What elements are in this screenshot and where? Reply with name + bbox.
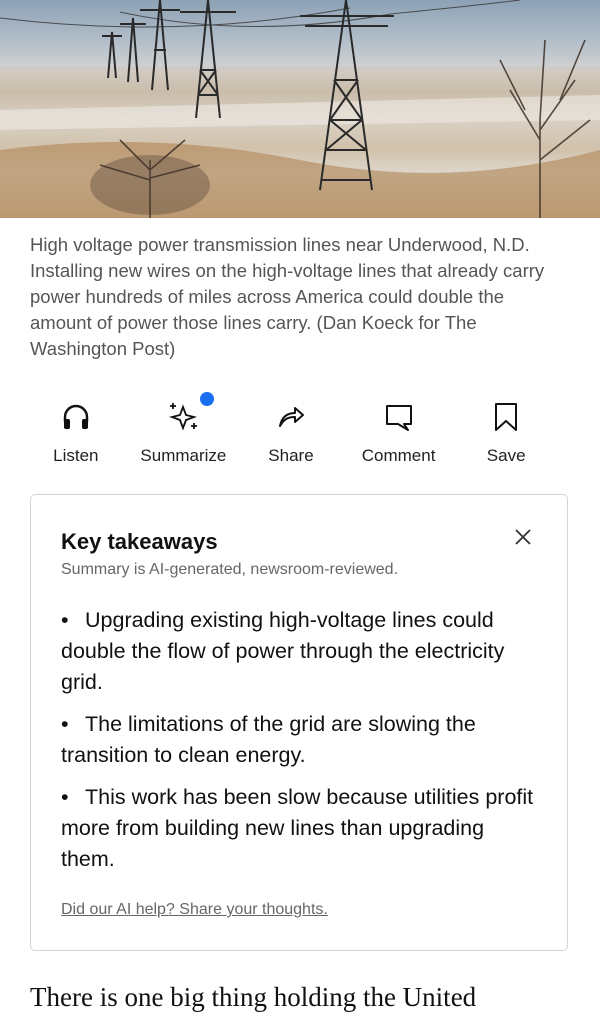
photo-caption: High voltage power transmission lines ne… [30,234,545,359]
comment-icon [385,405,412,431]
comment-label: Comment [361,446,436,465]
save-label: Save [486,446,526,465]
close-icon[interactable] [513,527,533,547]
summarize-button[interactable]: Summarize [130,392,238,466]
transmission-towers-illustration [0,0,600,218]
sparkles-icon [169,403,198,431]
list-item: • The limitations of the grid are slowing… [61,712,476,767]
comment-button[interactable]: Comment [345,400,453,466]
bookmark-icon [495,403,518,431]
takeaway-text: The limitations of the grid are slowing … [61,712,476,767]
share-label: Share [268,446,314,465]
article-action-bar: Listen Summarize Share Comment Save [22,392,560,480]
article-body-first-line: There is one big thing holding the Unite… [30,982,477,1012]
feedback-link[interactable]: Did our AI help? Share your thoughts. [61,901,328,919]
takeaways-list: • Upgrading existing high-voltage lines c… [61,605,539,886]
list-item: • This work has been slow because utiliti… [61,785,534,871]
share-button[interactable]: Share [237,400,345,466]
share-arrow-icon [278,407,304,427]
notification-dot [200,392,215,406]
key-takeaways-panel: Key takeaways Summary is AI-generated, n… [30,494,568,951]
key-takeaways-title: Key takeaways [61,529,218,554]
listen-label: Listen [53,446,99,465]
hero-photo [0,0,600,218]
listen-button[interactable]: Listen [22,400,130,466]
key-takeaways-subtitle: Summary is AI-generated, newsroom-review… [61,561,399,578]
takeaway-text: This work has been slow because utilitie… [61,785,534,871]
save-button[interactable]: Save [452,400,560,466]
summarize-label: Summarize [140,446,227,465]
list-item: • Upgrading existing high-voltage lines c… [61,608,505,694]
takeaway-text: Upgrading existing high-voltage lines co… [61,608,505,694]
headphones-icon [63,404,88,429]
